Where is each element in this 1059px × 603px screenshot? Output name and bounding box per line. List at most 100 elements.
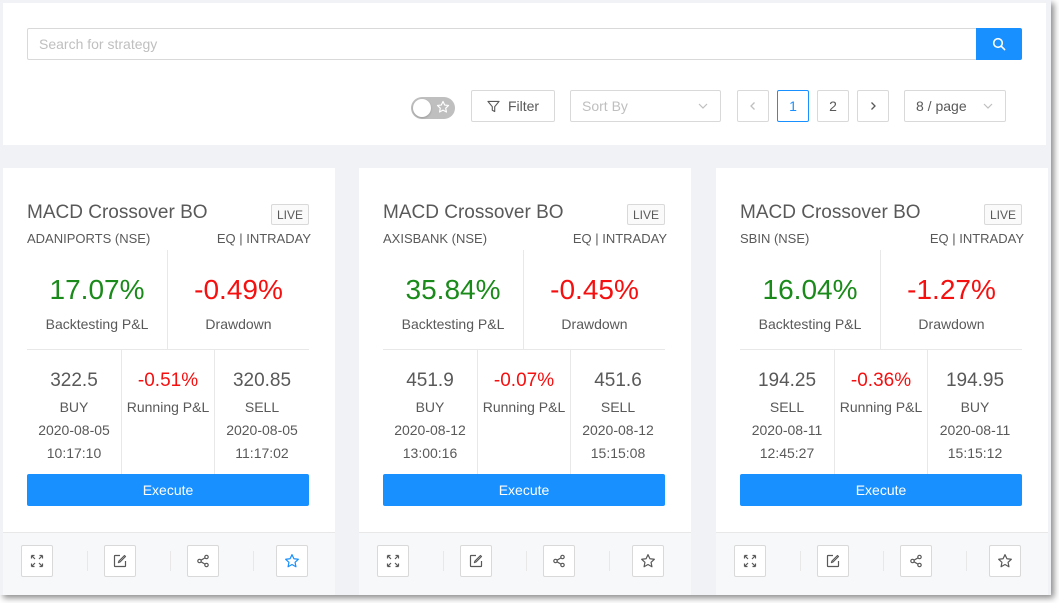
app-frame: Filter Sort By 1 2 8 / page	[0, 0, 1051, 595]
strategy-card: MACD Crossover BO LIVE AXISBANK (NSE) EQ…	[359, 168, 691, 595]
instrument-symbol: ADANIPORTS (NSE)	[27, 231, 151, 246]
drawdown-stat: -0.49% Drawdown	[168, 250, 309, 349]
drawdown-value: -0.45%	[550, 274, 639, 305]
exit-date: 2020-08-11	[939, 422, 1011, 438]
entry-time: 13:00:16	[402, 445, 458, 461]
drawdown-label: Drawdown	[561, 316, 628, 332]
entry-date: 2020-08-11	[751, 422, 823, 438]
share-button[interactable]	[187, 545, 219, 577]
action-divider	[170, 551, 171, 571]
search-input[interactable]	[27, 28, 977, 60]
exit-side: SELL	[600, 399, 636, 415]
running-pnl-value: -0.51%	[137, 370, 199, 391]
edit-icon	[113, 554, 127, 568]
star-icon	[285, 554, 299, 568]
entry-trade: 194.25 SELL 2020-08-11 12:45:27	[740, 350, 834, 474]
share-button[interactable]	[900, 545, 932, 577]
exit-trade: 320.85 SELL 2020-08-05 11:17:02	[215, 350, 309, 474]
entry-side: SELL	[769, 399, 805, 415]
entry-price: 451.9	[406, 370, 454, 391]
strategy-title: MACD Crossover BO	[383, 202, 564, 223]
exit-side: SELL	[244, 399, 280, 415]
share-icon	[553, 554, 565, 568]
backtest-pnl-label: Backtesting P&L	[401, 316, 505, 332]
favorite-button[interactable]	[989, 545, 1021, 577]
chevron-left-icon	[750, 102, 755, 110]
edit-button[interactable]	[817, 545, 849, 577]
exit-time: 15:15:12	[947, 445, 1003, 461]
expand-button[interactable]	[734, 545, 766, 577]
expand-button[interactable]	[21, 545, 53, 577]
segment-label: EQ | INTRADAY	[572, 231, 667, 246]
page-2-button[interactable]: 2	[817, 90, 849, 122]
card-actions	[3, 532, 335, 595]
entry-price: 322.5	[50, 370, 98, 391]
backtest-pnl-label: Backtesting P&L	[758, 316, 862, 332]
search-button[interactable]	[976, 28, 1022, 60]
expand-button[interactable]	[377, 545, 409, 577]
running-pnl-label: Running P&L	[482, 399, 566, 415]
execute-button[interactable]: Execute	[383, 474, 665, 506]
running-pnl-value: -0.07%	[493, 370, 555, 391]
star-icon	[436, 100, 450, 113]
edit-button[interactable]	[104, 545, 136, 577]
favorite-button[interactable]	[632, 545, 664, 577]
filter-button[interactable]: Filter	[471, 90, 555, 122]
drawdown-value: -0.49%	[194, 274, 283, 305]
prev-page-button[interactable]	[737, 90, 769, 122]
search-icon	[992, 37, 1006, 51]
drawdown-stat: -1.27% Drawdown	[881, 250, 1022, 349]
chevron-right-icon	[871, 102, 876, 110]
running-pnl-stat: -0.07% Running P&L	[477, 350, 571, 474]
share-icon	[910, 554, 922, 568]
favorite-button[interactable]	[276, 545, 308, 577]
entry-trade: 322.5 BUY 2020-08-05 10:17:10	[27, 350, 121, 474]
summary-stats: 16.04% Backtesting P&L -1.27% Drawdown	[740, 250, 1022, 350]
backtest-stat: 16.04% Backtesting P&L	[740, 250, 881, 349]
instrument-symbol: SBIN (NSE)	[740, 231, 810, 246]
backtest-stat: 17.07% Backtesting P&L	[27, 250, 168, 349]
expand-icon	[30, 554, 44, 568]
expand-icon	[743, 554, 757, 568]
action-divider	[966, 551, 967, 571]
page-1-button[interactable]: 1	[777, 90, 809, 122]
share-icon	[197, 554, 209, 568]
entry-price: 194.25	[757, 370, 817, 391]
expand-icon	[386, 554, 400, 568]
backtest-stat: 35.84% Backtesting P&L	[383, 250, 524, 349]
live-badge: LIVE	[627, 204, 665, 225]
exit-date: 2020-08-05	[226, 422, 298, 438]
favorites-toggle[interactable]	[411, 97, 455, 119]
chevron-down-icon	[983, 103, 993, 109]
strategy-title: MACD Crossover BO	[27, 202, 208, 223]
backtest-pnl-value: 17.07%	[49, 274, 145, 305]
instrument-symbol: AXISBANK (NSE)	[383, 231, 488, 246]
drawdown-value: -1.27%	[907, 274, 996, 305]
top-toolbar: Filter Sort By 1 2 8 / page	[3, 3, 1046, 145]
entry-time: 10:17:10	[46, 445, 102, 461]
action-divider	[253, 551, 254, 571]
page-size-select[interactable]: 8 / page	[904, 90, 1006, 122]
filter-label: Filter	[507, 98, 540, 114]
exit-price: 194.95	[945, 370, 1005, 391]
next-page-button[interactable]	[857, 90, 889, 122]
exit-side: BUY	[960, 399, 990, 415]
entry-side: BUY	[59, 399, 89, 415]
running-pnl-stat: -0.36% Running P&L	[834, 350, 928, 474]
page-size-value: 8 / page	[916, 98, 967, 114]
trade-stats: 322.5 BUY 2020-08-05 10:17:10 -0.51% Run…	[27, 350, 309, 474]
execute-button[interactable]: Execute	[740, 474, 1022, 506]
exit-price: 451.6	[594, 370, 642, 391]
action-divider	[443, 551, 444, 571]
entry-date: 2020-08-05	[38, 422, 110, 438]
live-badge: LIVE	[271, 204, 309, 225]
drawdown-stat: -0.45% Drawdown	[524, 250, 665, 349]
strategy-card: MACD Crossover BO LIVE SBIN (NSE) EQ | I…	[716, 168, 1048, 595]
trade-stats: 194.25 SELL 2020-08-11 12:45:27 -0.36% R…	[740, 350, 1022, 474]
execute-button[interactable]: Execute	[27, 474, 309, 506]
share-button[interactable]	[543, 545, 575, 577]
action-divider	[609, 551, 610, 571]
card-actions	[359, 532, 691, 595]
sort-by-select[interactable]: Sort By	[570, 90, 721, 122]
edit-button[interactable]	[460, 545, 492, 577]
